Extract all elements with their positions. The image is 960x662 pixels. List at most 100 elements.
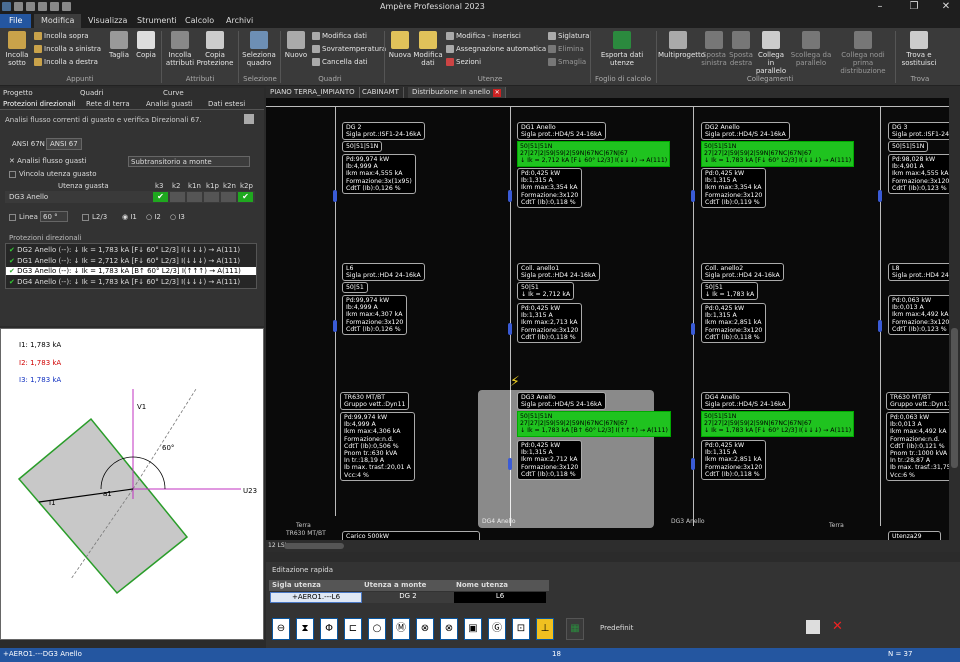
menu-file[interactable]: File	[0, 14, 32, 28]
close-window-button[interactable]: ✕	[938, 1, 954, 12]
tab-rete-terra[interactable]: Rete di terra	[86, 100, 130, 108]
scroll-thumb[interactable]	[284, 543, 344, 549]
node-coll-anello1[interactable]: Coll. anello1 Sigla prot.:HD4 24-16kA	[517, 263, 600, 282]
incolla-attributi-button[interactable]: Incolla attributi	[164, 31, 196, 67]
protection-green-dg3[interactable]: 50|51|51N 27|27|2|59|59|2|59N|67NC|67N|6…	[517, 411, 671, 437]
taglia-button[interactable]: Taglia	[106, 31, 132, 59]
modifica-dati-utenze-button[interactable]: Modifica dati	[413, 31, 443, 67]
data-box[interactable]: Pd:0,425 kW Ib:1,315 A Ikm max:2,712 kA …	[517, 440, 583, 481]
quick-excel-icon[interactable]: ▦	[566, 618, 584, 640]
tab-ansi-67n[interactable]: ANSI 67N	[12, 140, 45, 148]
siglatura-button[interactable]: Siglatura	[548, 32, 589, 40]
quick-motor-icon[interactable]: Ⓜ	[392, 618, 410, 640]
incolla-sinistra-button[interactable]: Incolla a sinistra	[34, 45, 101, 53]
sovratemperatura-button[interactable]: Sovratemperatura	[312, 45, 386, 53]
tab-progetto[interactable]: Progetto	[3, 89, 33, 97]
collega-parallelo-button[interactable]: Collega in parallelo	[754, 31, 788, 75]
quick-cable-icon[interactable]: ⧗	[296, 618, 314, 640]
new-icon[interactable]	[14, 2, 23, 11]
redo-icon[interactable]	[50, 2, 59, 11]
nuova-utenza-button[interactable]: Nuova	[387, 31, 413, 59]
small-protection[interactable]: 50|51 ↓ Ik = 2,712 kA	[517, 282, 575, 301]
quick-switch-icon[interactable]: ⊏	[344, 618, 362, 640]
l23-checkbox[interactable]: L2/3	[82, 213, 107, 221]
minimize-button[interactable]: –	[872, 1, 888, 12]
data-box[interactable]: Pd:99,974 kW Ib:4,999 A Ikm max:4,555 kA…	[342, 154, 416, 195]
node-dg3-anello[interactable]: DG3 Anello Sigla prot.:HD4/S 24-16kA	[517, 392, 606, 411]
seleziona-quadro-button[interactable]: Seleziona quadro	[242, 31, 276, 67]
tab-distribuzione-anello[interactable]: Distribuzione in anello ✕	[408, 87, 507, 98]
predefinit-button[interactable]: Predefinit	[600, 624, 633, 632]
data-box[interactable]: Pd:0,425 kW Ib:1,315 A Ikm max:2,851 kA …	[701, 440, 767, 481]
protection-green-dg2[interactable]: 50|51|51N 27|27|2|59|59|2|59N|67NC|67N|6…	[701, 141, 855, 167]
tab-dati-estesi[interactable]: Dati estesi	[208, 100, 245, 108]
data-box[interactable]: Pd:0,425 kW Ib:1,315 A Ikm max:2,713 kA …	[517, 303, 583, 344]
linea-angle-input[interactable]: 60 °	[40, 211, 68, 222]
node-l6[interactable]: L6 Sigla prot.:HD4 24-16kA	[342, 263, 425, 282]
radio-i2[interactable]: ○ I2	[146, 213, 161, 221]
tab-quadri[interactable]: Quadri	[80, 89, 104, 97]
k2n-cell[interactable]	[221, 192, 236, 202]
quick-fuse-icon[interactable]: Φ	[320, 618, 338, 640]
esporta-dati-utenze-button[interactable]: Esporta dati utenze	[600, 31, 644, 67]
menu-visualizza[interactable]: Visualizza	[88, 16, 127, 25]
incolla-sopra-button[interactable]: Incolla sopra	[34, 32, 89, 40]
data-box[interactable]: Pd:0,425 kW Ib:1,315 A Ikm max:2,851 kA …	[701, 303, 767, 344]
k2-cell[interactable]	[170, 192, 185, 202]
small-protection[interactable]: 50|51|51N	[888, 141, 929, 153]
radio-i3[interactable]: ○ I3	[170, 213, 185, 221]
node-dg1-anello[interactable]: DG1 Anello Sigla prot.:HD4/S 24-16kA	[517, 122, 606, 141]
sezioni-button[interactable]: Sezioni	[446, 58, 481, 66]
data-box[interactable]: Pd:99,974 kW Ib:4,999 A Ikm max:4,307 kA…	[342, 295, 408, 336]
node-tr630-b[interactable]: TR630 MT/BT Gruppo vett.:Dyn11	[886, 392, 956, 411]
analisi-flusso-checkbox[interactable]: ✕ Analisi flusso guasti	[9, 157, 86, 165]
transitorio-dropdown[interactable]: Subtransitorio a monte	[128, 156, 250, 167]
tab-protezioni-direzionali[interactable]: Protezioni direzionali	[3, 100, 76, 108]
menu-archivi[interactable]: Archivi	[226, 16, 253, 25]
node-coll-anello2[interactable]: Coll. anello2 Sigla prot.:HD4 24-16kA	[701, 263, 784, 282]
delete-icon[interactable]: ✕	[832, 619, 843, 634]
maximize-button[interactable]: ❐	[906, 1, 922, 12]
quick-lamp-icon[interactable]: ⊗	[416, 618, 434, 640]
smaglia-button[interactable]: Smaglia	[548, 58, 586, 66]
tab-piano-terra[interactable]: PIANO TERRA_IMPIANTO	[266, 87, 360, 98]
print-icon[interactable]	[62, 2, 71, 11]
protection-green-dg4[interactable]: 50|51|51N 27|27|2|59|59|2|59N|67NC|67N|6…	[701, 411, 855, 437]
check-icon[interactable]: ✔	[238, 192, 253, 202]
quick-heater-icon[interactable]: ⊗	[440, 618, 458, 640]
tab-analisi-guasti[interactable]: Analisi guasti	[146, 100, 193, 108]
tab-curve[interactable]: Curve	[163, 89, 184, 97]
data-box[interactable]: Pd:0,425 kW Ib:1,315 A Ikm max:3,354 kA …	[517, 168, 583, 209]
tab-ansi-67[interactable]: ANSI 67	[46, 138, 82, 150]
list-item-selected[interactable]: ✔ DG3 Anello (--): ↓ Ik = 1,783 kA [B↑ 6…	[6, 267, 256, 275]
k1n-cell[interactable]	[187, 192, 202, 202]
vincola-checkbox[interactable]: Vincola utenza guasto	[9, 170, 97, 178]
sposta-destra-button[interactable]: Sposta destra	[728, 31, 754, 67]
save-icon[interactable]	[26, 2, 35, 11]
quick-busbar-icon[interactable]: ⊥	[536, 618, 554, 640]
horizontal-scrollbar[interactable]: 12 LSI	[266, 540, 960, 552]
utenza-monte-cell[interactable]: DG 2	[362, 592, 454, 603]
nome-utenza-cell[interactable]: L6	[454, 592, 546, 603]
elimina-button[interactable]: Elimina	[548, 45, 584, 53]
collega-nodi-button[interactable]: Collega nodi prima distribuzione	[834, 31, 892, 75]
copia-protezione-button[interactable]: Copia Protezione	[196, 31, 234, 67]
incolla-sotto-button[interactable]: Incolla sotto	[2, 31, 32, 67]
menu-strumenti[interactable]: Strumenti	[137, 16, 177, 25]
modifica-dati-quadri-button[interactable]: Modifica dati	[312, 32, 367, 40]
data-box[interactable]: Pd:0,063 kW Ib:0,013 A Ikm max:4,492 kA …	[888, 295, 954, 336]
node-dg2-anello[interactable]: DG2 Anello Sigla prot.:HD4/S 24-16kA	[701, 122, 790, 141]
radio-i1[interactable]: ◉ I1	[122, 213, 137, 221]
node-tr630-a[interactable]: TR630 MT/BT Gruppo vett.:Dyn11	[340, 392, 410, 411]
nuovo-quadro-button[interactable]: Nuovo	[283, 31, 309, 59]
scroll-thumb[interactable]	[951, 328, 958, 468]
linea-checkbox[interactable]: Linea	[9, 213, 38, 221]
scollega-parallelo-button[interactable]: Scollega da parallelo	[788, 31, 834, 67]
small-protection[interactable]: 50|51 ↓ Ik = 1,783 kA	[701, 282, 759, 301]
quick-socket-icon[interactable]: ▣	[464, 618, 482, 640]
trova-sostituisci-button[interactable]: Trova e sostituisci	[898, 31, 940, 67]
multiprogetto-button[interactable]: Multiprogetto	[658, 31, 705, 59]
incolla-destra-button[interactable]: Incolla a destra	[34, 58, 98, 66]
modifica-inserisci-button[interactable]: Modifica - inserisci	[446, 32, 521, 40]
export-icon[interactable]	[244, 114, 254, 124]
